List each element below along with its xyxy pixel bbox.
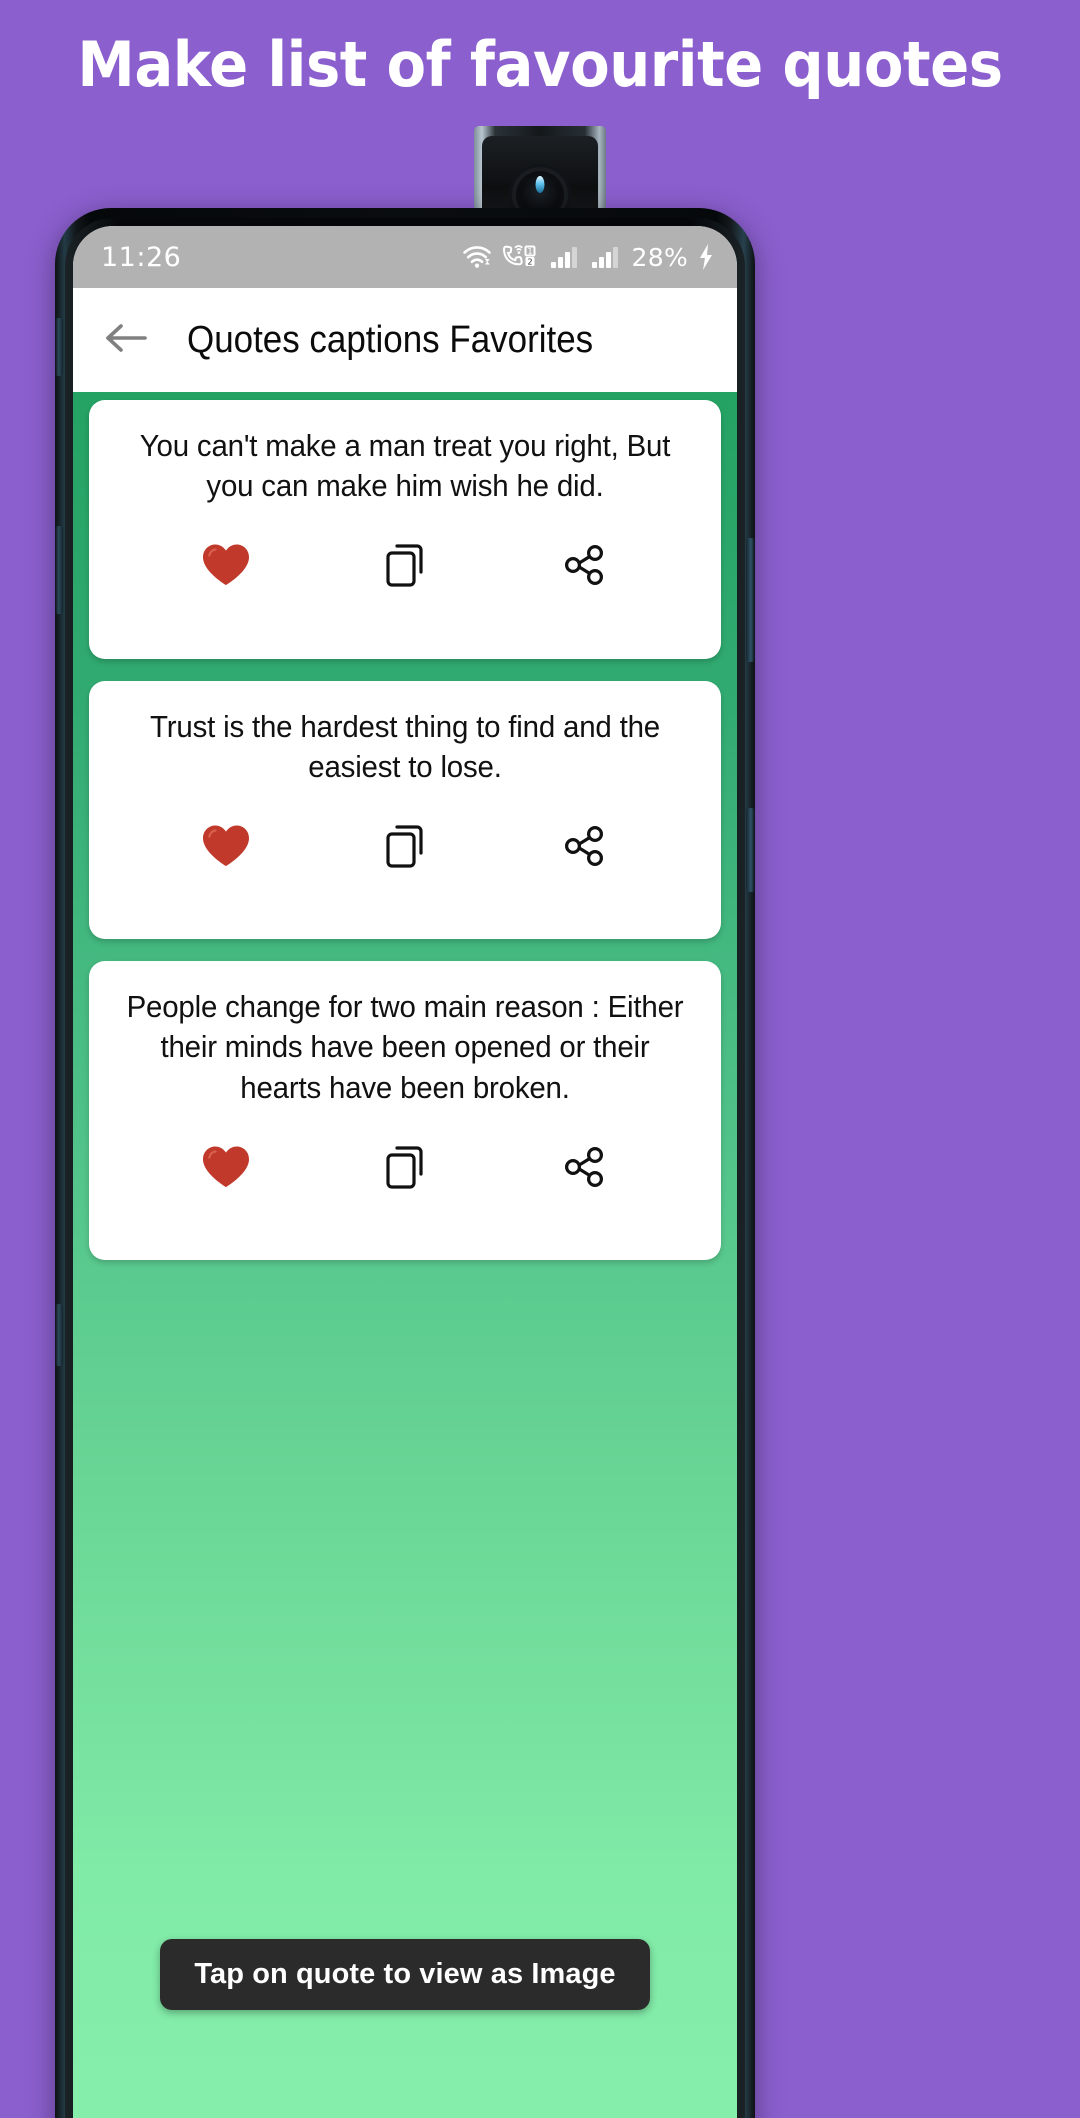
promo-poster: Make list of favourite quotes 11:26 1 2 … <box>0 0 1080 2118</box>
copy-icon <box>383 822 427 875</box>
quote-card[interactable]: People change for two main reason : Eith… <box>89 961 721 1261</box>
left-side-button[interactable] <box>55 1304 63 1366</box>
copy-icon <box>383 541 427 594</box>
battery-percent-label: 28% <box>631 242 688 272</box>
card-bottom-spacer <box>111 885 699 917</box>
copy-button[interactable] <box>369 1138 441 1200</box>
power-button[interactable] <box>746 538 755 662</box>
svg-text:1: 1 <box>527 247 532 256</box>
copy-button[interactable] <box>369 537 441 599</box>
status-clock: 11:26 <box>101 241 182 273</box>
toast-message: Tap on quote to view as Image <box>160 1939 650 2010</box>
toast-container: Tap on quote to view as Image <box>73 1939 737 2010</box>
heart-icon <box>201 823 251 874</box>
phone-screen: 11:26 1 2 28% Quotes captions Favorites … <box>73 226 737 2118</box>
status-bar: 11:26 1 2 28% <box>73 226 737 288</box>
signal-sim1-icon <box>550 244 582 270</box>
wifi-icon <box>462 244 492 270</box>
volume-up-button[interactable] <box>55 318 63 376</box>
poster-headline: Make list of favourite quotes <box>77 27 1003 101</box>
favorite-button[interactable] <box>190 537 262 599</box>
quote-card[interactable]: You can't make a man treat you right, Bu… <box>89 400 721 659</box>
back-arrow-icon <box>103 321 149 360</box>
app-bar: Quotes captions Favorites <box>73 288 737 392</box>
heart-icon <box>201 542 251 593</box>
svg-text:2: 2 <box>527 258 532 267</box>
heart-icon <box>201 1144 251 1195</box>
page-title: Quotes captions Favorites <box>187 318 594 361</box>
lens-glint <box>535 176 545 193</box>
quote-actions <box>111 537 699 599</box>
assistant-button[interactable] <box>746 808 755 892</box>
signal-sim2-icon <box>591 244 623 270</box>
status-icons: 1 2 28% <box>462 243 715 272</box>
share-button[interactable] <box>548 537 620 599</box>
share-icon <box>560 822 608 875</box>
card-bottom-spacer <box>111 605 699 637</box>
back-button[interactable] <box>95 309 157 371</box>
quotes-list: You can't make a man treat you right, Bu… <box>73 392 737 2118</box>
share-button[interactable] <box>548 817 620 879</box>
favorite-button[interactable] <box>190 1138 262 1200</box>
quote-text: Trust is the hardest thing to find and t… <box>150 708 660 784</box>
volume-down-button[interactable] <box>55 526 63 614</box>
quote-text: You can't make a man treat you right, Bu… <box>139 428 671 504</box>
share-button[interactable] <box>548 1138 620 1200</box>
copy-icon <box>383 1143 427 1196</box>
card-bottom-spacer <box>111 1206 699 1238</box>
phone-frame: 11:26 1 2 28% Quotes captions Favorites … <box>55 208 755 2118</box>
copy-button[interactable] <box>369 817 441 879</box>
charging-bolt-icon <box>697 243 715 271</box>
quote-actions <box>111 1138 699 1200</box>
quote-text: People change for two main reason : Eith… <box>126 989 684 1105</box>
share-icon <box>560 1143 608 1196</box>
favorite-button[interactable] <box>190 817 262 879</box>
share-icon <box>560 541 608 594</box>
quote-actions <box>111 817 699 879</box>
quote-card[interactable]: Trust is the hardest thing to find and t… <box>89 680 721 940</box>
volte-dual-sim-icon: 1 2 <box>501 243 541 271</box>
